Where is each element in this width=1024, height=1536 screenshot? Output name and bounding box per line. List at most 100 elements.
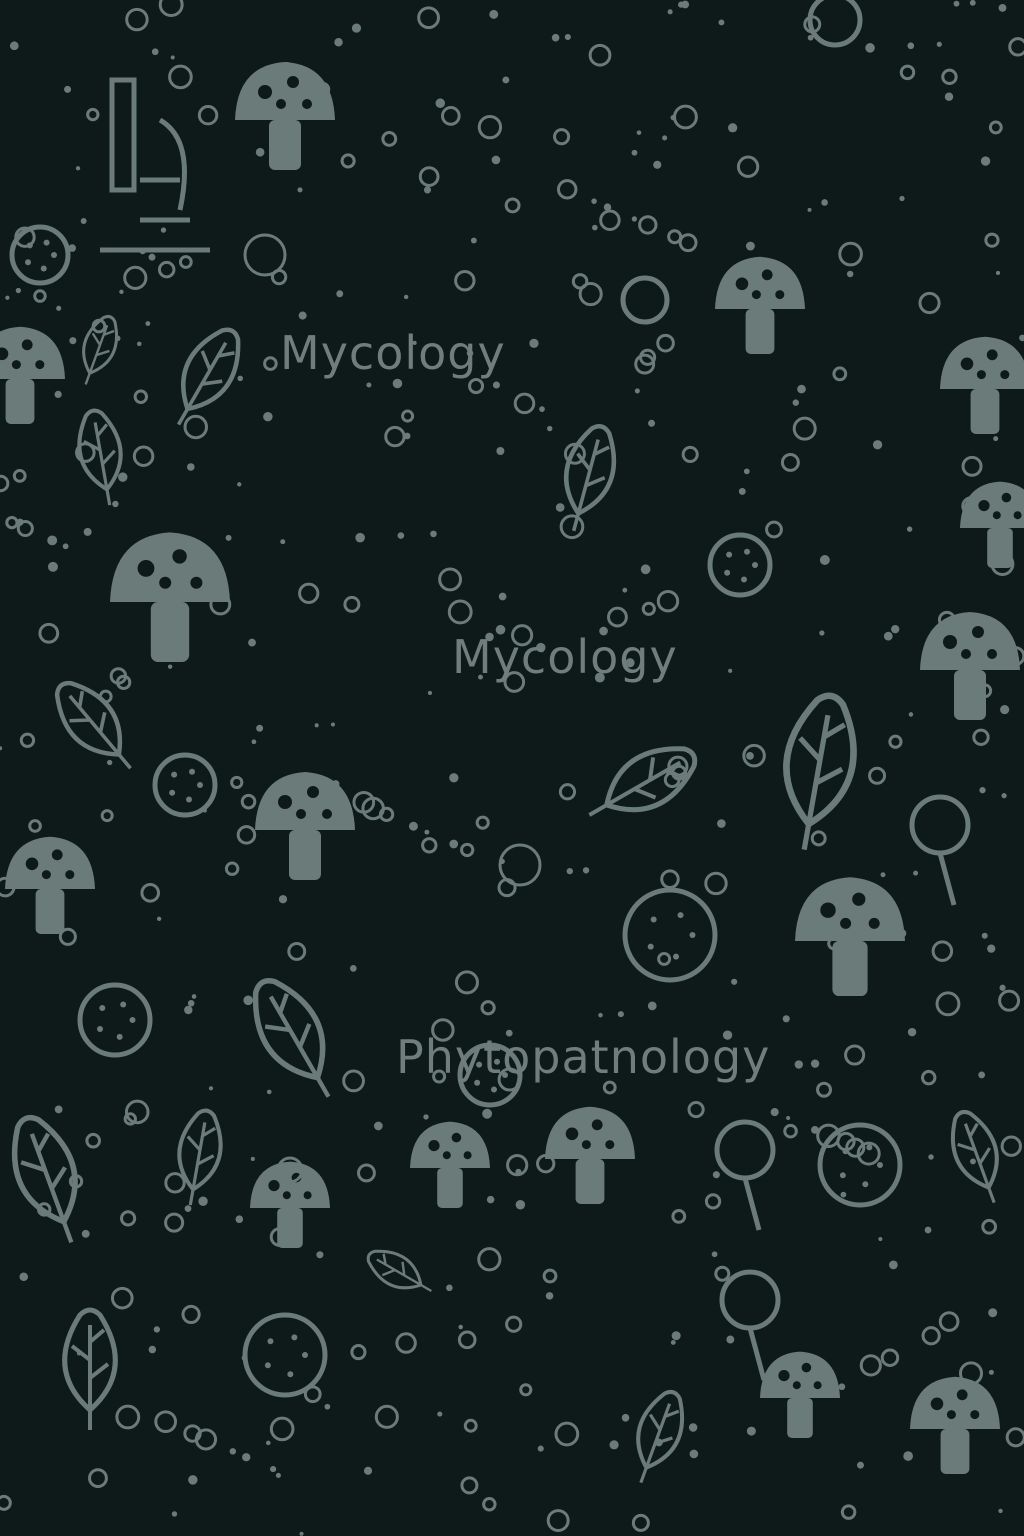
dot-icon: [794, 1060, 803, 1069]
word-mycology-1: Mycology: [280, 326, 506, 380]
dot-icon: [998, 1508, 1003, 1514]
dot-icon: [918, 291, 941, 315]
dot-icon: [537, 1445, 544, 1452]
dot-icon: [738, 487, 746, 495]
dot-icon: [48, 561, 58, 572]
dot-icon: [85, 1132, 102, 1149]
dot-icon: [578, 281, 603, 307]
dot-icon: [198, 1196, 208, 1206]
dot-icon: [998, 3, 1007, 12]
dot-icon: [265, 1440, 271, 1446]
dot-icon: [287, 942, 307, 961]
dot-icon: [859, 1354, 882, 1377]
dot-icon: [12, 468, 27, 483]
dot-icon: [156, 916, 162, 922]
dot-icon: [816, 1081, 832, 1098]
dot-icon: [482, 1108, 493, 1119]
dot-icon: [340, 153, 356, 169]
dot-icon: [728, 123, 738, 133]
dot-icon: [1001, 793, 1007, 799]
dot-icon: [641, 601, 656, 616]
dot-icon: [235, 1215, 244, 1224]
dot-icon: [112, 500, 119, 508]
mushroom-icon: [255, 772, 355, 880]
dot-icon: [351, 23, 362, 33]
dot-icon: [496, 446, 505, 455]
dot-icon: [299, 1531, 304, 1536]
dot-icon: [631, 1513, 650, 1532]
dot-icon: [454, 269, 476, 292]
dot-icon: [811, 1125, 819, 1134]
dot-icon: [54, 390, 62, 399]
dot-icon: [187, 999, 195, 1007]
dot-icon: [384, 425, 406, 448]
dot-icon: [786, 1116, 791, 1121]
dot-icon: [832, 366, 848, 382]
dot-icon: [160, 227, 167, 233]
dot-icon: [47, 535, 58, 546]
dot-icon: [1005, 1427, 1024, 1448]
dot-icon: [486, 1195, 495, 1204]
dot-icon: [519, 1383, 533, 1397]
dot-icon: [355, 532, 365, 543]
dot-icon: [449, 773, 459, 783]
dot-icon: [598, 1012, 603, 1018]
leaf-icon: [252, 978, 331, 1098]
dot-icon: [622, 587, 628, 593]
dot-icon: [107, 759, 113, 766]
dot-icon: [438, 567, 463, 592]
dot-icon: [872, 440, 883, 450]
dot-icon: [454, 970, 479, 995]
dot-icon: [807, 207, 812, 212]
dot-icon: [1019, 334, 1024, 342]
spore-circle-icon: [622, 887, 718, 983]
dot-icon: [995, 270, 1001, 276]
dot-icon: [792, 399, 799, 406]
dot-icon: [181, 1304, 201, 1325]
dot-icon: [993, 436, 999, 442]
dot-icon: [324, 1403, 331, 1410]
dot-icon: [408, 821, 418, 831]
dot-icon: [171, 1511, 178, 1517]
dot-icon: [423, 186, 432, 194]
dot-icon: [714, 1265, 731, 1282]
dot-icon: [357, 1163, 376, 1183]
dot-icon: [907, 42, 915, 50]
dot-icon: [248, 638, 256, 647]
dot-icon: [936, 41, 942, 47]
dot-icon: [903, 1451, 913, 1461]
mushroom-icon: [0, 326, 66, 424]
spore-circle-icon: [9, 224, 71, 286]
dot-icon: [938, 1311, 960, 1332]
dot-icon: [987, 944, 996, 953]
dot-icon: [178, 255, 193, 269]
dot-icon: [151, 48, 159, 56]
dot-icon: [688, 1423, 698, 1432]
dot-icon: [810, 830, 827, 847]
dot-icon: [342, 1069, 365, 1093]
dot-icon: [449, 839, 459, 849]
dot-icon: [743, 468, 750, 475]
dot-icon: [366, 382, 372, 388]
dot-icon: [746, 751, 754, 760]
dot-icon: [334, 38, 343, 47]
dot-icon: [167, 664, 173, 669]
dot-icon: [783, 1123, 798, 1139]
dot-icon: [491, 155, 501, 165]
dot-icon: [280, 539, 286, 545]
dot-icon: [418, 166, 440, 187]
dot-icon: [188, 1475, 198, 1485]
dot-icon: [446, 1284, 453, 1292]
dot-icon: [515, 1168, 522, 1175]
dot-icon: [1008, 37, 1024, 57]
dot-icon: [988, 1369, 994, 1375]
leaf-icon: [177, 1108, 223, 1206]
dot-icon: [889, 1260, 898, 1270]
dot-icon: [191, 994, 197, 999]
dot-icon: [460, 1476, 479, 1495]
leaf-icon: [366, 1249, 432, 1293]
dot-icon: [780, 452, 800, 472]
dot-icon: [269, 1416, 295, 1442]
dot-icon: [671, 1208, 687, 1224]
dot-icon: [158, 0, 184, 18]
